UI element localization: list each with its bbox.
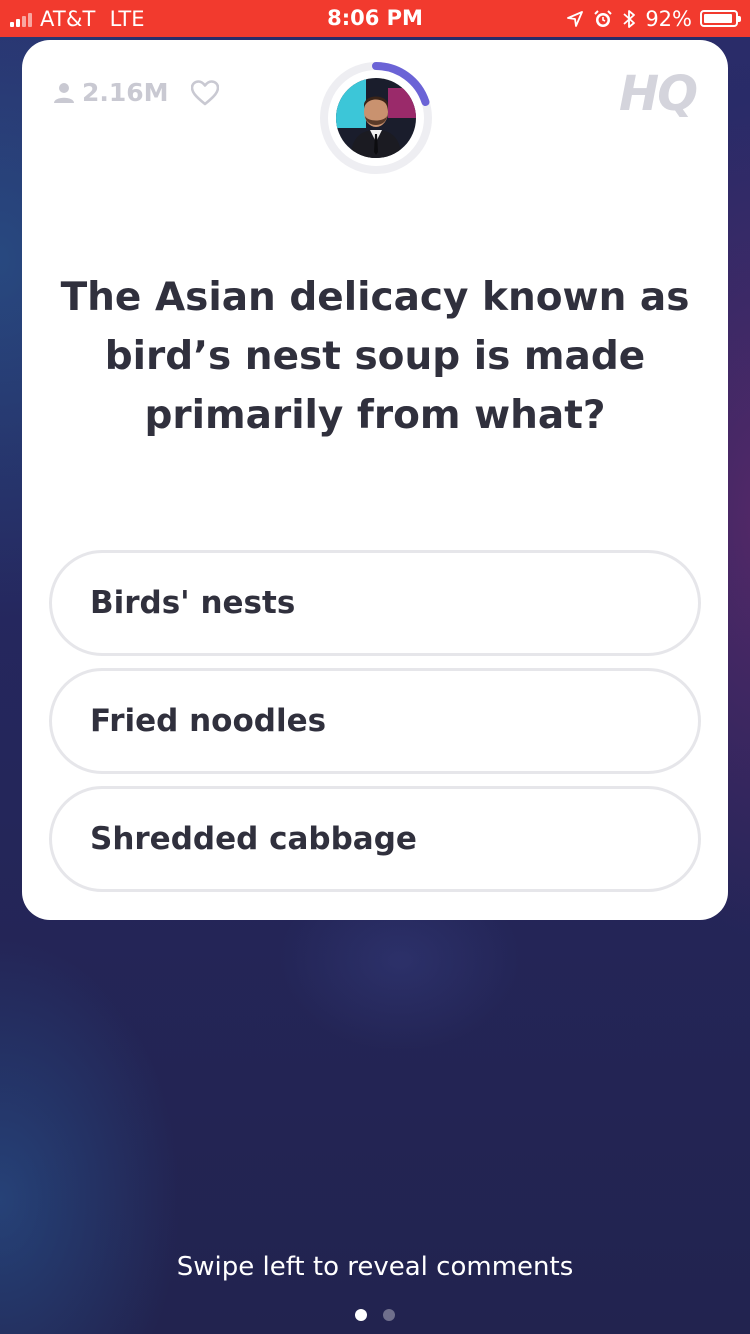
hq-logo: HQ — [619, 66, 698, 122]
status-bar: AT&T LTE 8:06 PM 92% — [0, 0, 750, 37]
answer-option[interactable]: Fried noodles — [49, 668, 701, 774]
host-timer — [318, 60, 434, 176]
host-avatar — [336, 78, 416, 158]
battery-tip — [738, 16, 741, 22]
location-arrow-icon — [567, 10, 584, 27]
viewer-count-value: 2.16M — [82, 78, 169, 107]
page-dot-inactive[interactable] — [383, 1309, 395, 1321]
heart-button[interactable] — [190, 78, 220, 108]
alarm-icon — [593, 9, 613, 29]
question-text: The Asian delicacy known as bird’s nest … — [60, 275, 690, 438]
battery-percent: 92% — [645, 6, 692, 31]
battery-fill — [704, 14, 732, 23]
page-dot-active[interactable] — [355, 1309, 367, 1321]
heart-icon — [191, 80, 219, 106]
answer-option[interactable]: Shredded cabbage — [49, 786, 701, 892]
viewer-count: 2.16M — [52, 78, 169, 107]
bluetooth-icon — [623, 9, 636, 29]
answer-list: Birds' nests Fried noodles Shredded cabb… — [49, 550, 701, 904]
status-right: 92% — [567, 0, 741, 37]
battery-icon — [700, 10, 741, 27]
page-indicator[interactable] — [0, 1309, 750, 1321]
answer-option[interactable]: Birds' nests — [49, 550, 701, 656]
swipe-hint: Swipe left to reveal comments — [176, 1252, 574, 1282]
question-card: 2.16M HQ The Asian delicacy known as bir… — [22, 40, 728, 920]
viewers-person-icon — [54, 82, 74, 103]
